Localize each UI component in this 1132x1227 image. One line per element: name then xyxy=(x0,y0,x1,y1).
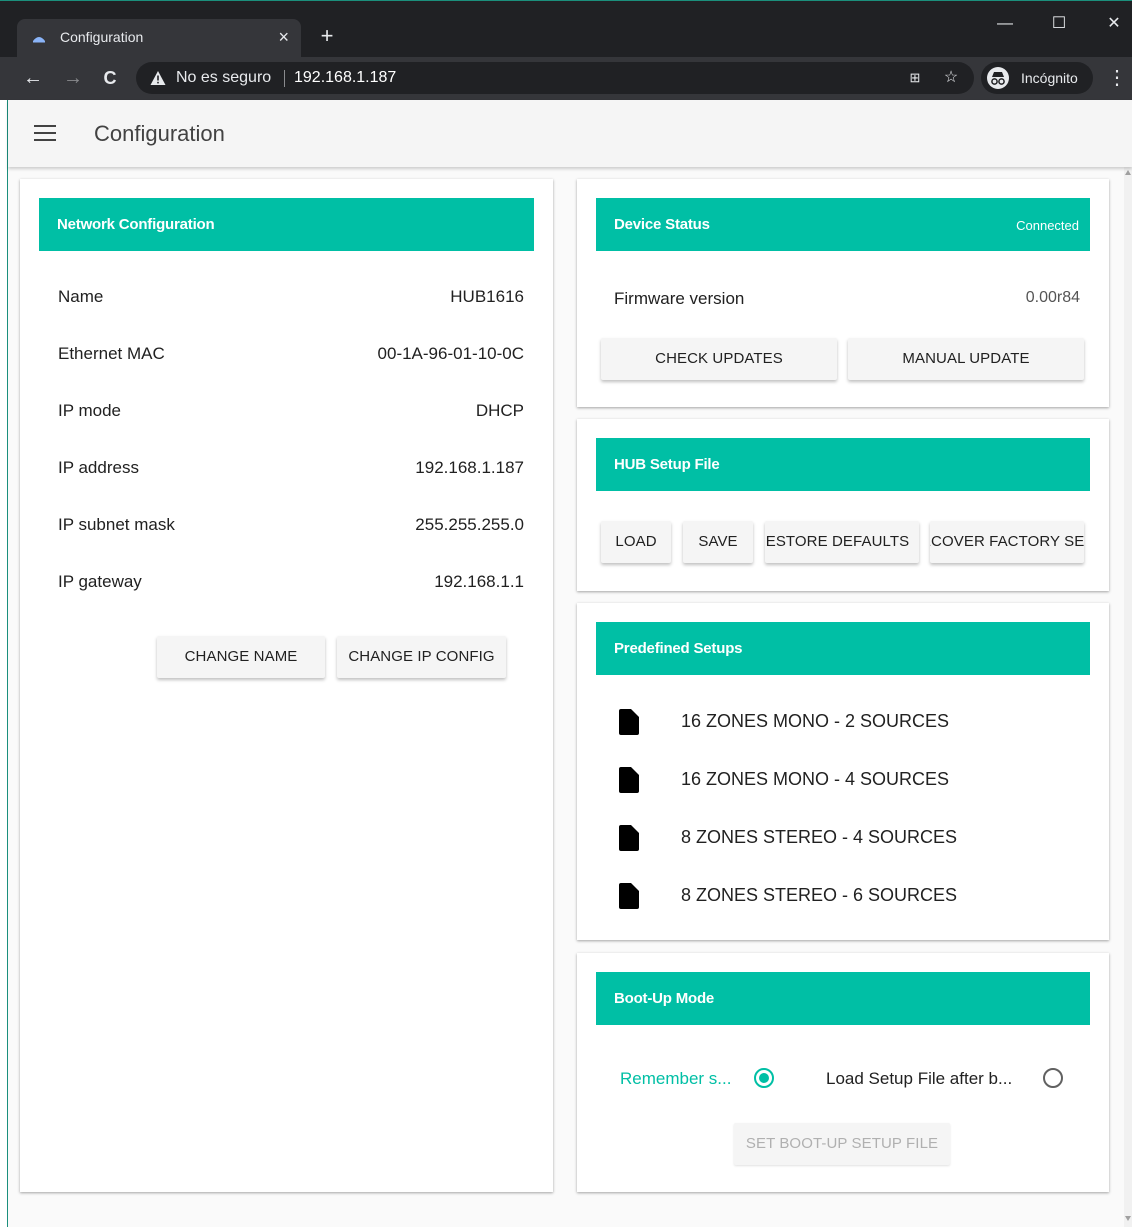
incognito-icon xyxy=(987,67,1009,89)
ip-address-value: 192.168.1.187 xyxy=(415,458,524,477)
ethernet-mac-label: Ethernet MAC xyxy=(58,344,165,363)
device-status-header: Device Status Connected xyxy=(596,198,1090,251)
ip-subnet-mask-label: IP subnet mask xyxy=(58,515,175,534)
radio-checked-icon[interactable] xyxy=(754,1068,774,1088)
file-icon xyxy=(619,883,639,909)
remember-setup-label: Remember s... xyxy=(620,1069,732,1088)
remember-setup-radio[interactable]: Remember s... xyxy=(620,1067,780,1091)
restore-defaults-label: RESTORE DEFAULTS xyxy=(765,533,910,550)
browser-tabstrip: Configuration × + — ☐ ✕ xyxy=(0,0,1132,58)
browser-menu-icon[interactable]: ⋮ xyxy=(1107,65,1127,91)
firmware-version-label: Firmware version xyxy=(614,289,745,308)
setup-item[interactable]: 8 ZONES STEREO - 4 SOURCES xyxy=(614,823,1034,853)
change-ip-config-button[interactable]: CHANGE IP CONFIG xyxy=(337,636,506,678)
tab-close-icon[interactable]: × xyxy=(278,27,289,47)
predefined-setups-title: Predefined Setups xyxy=(614,640,743,657)
minimize-button[interactable]: — xyxy=(990,11,1020,37)
name-value: HUB1616 xyxy=(450,287,524,306)
hub-setup-file-card: HUB Setup File LOAD SAVE RESTORE DEFAULT… xyxy=(577,419,1109,591)
setup-item[interactable]: 16 ZONES MONO - 2 SOURCES xyxy=(614,707,1034,737)
recover-factory-settings-button[interactable]: RECOVER FACTORY SET xyxy=(930,521,1084,563)
forward-button[interactable]: → xyxy=(60,65,86,91)
setup-label: 8 ZONES STEREO - 6 SOURCES xyxy=(681,885,958,905)
security-label[interactable]: No es seguro xyxy=(176,69,271,87)
connection-status-badge: Connected xyxy=(1016,218,1079,233)
ip-address-label: IP address xyxy=(58,458,139,477)
maximize-button[interactable]: ☐ xyxy=(1044,11,1074,37)
boot-up-mode-header: Boot-Up Mode xyxy=(596,972,1090,1025)
boot-up-mode-card: Boot-Up Mode Remember s... Load Setup Fi… xyxy=(577,953,1109,1192)
setup-label: 16 ZONES MONO - 2 SOURCES xyxy=(681,711,950,731)
load-setup-file-radio[interactable]: Load Setup File after b... xyxy=(826,1067,1066,1091)
device-status-title: Device Status xyxy=(614,216,710,233)
network-configuration-card: Network Configuration Name HUB1616 Ether… xyxy=(20,179,553,1192)
app-bar: Configuration xyxy=(8,100,1132,167)
restore-defaults-button[interactable]: RESTORE DEFAULTS xyxy=(765,521,919,563)
predefined-setups-header: Predefined Setups xyxy=(596,622,1090,675)
browser-tab[interactable]: Configuration × xyxy=(17,19,301,58)
tab-title: Configuration xyxy=(60,29,144,45)
ethernet-mac-value: 00-1A-96-01-10-0C xyxy=(377,344,524,363)
check-updates-button[interactable]: CHECK UPDATES xyxy=(601,338,837,380)
ip-subnet-mask-value: 255.255.255.0 xyxy=(415,515,524,534)
change-name-button[interactable]: CHANGE NAME xyxy=(157,636,325,678)
file-icon xyxy=(619,709,639,735)
browser-toolbar: ← → C No es seguro 192.168.1.187 ⊞ ☆ Inc… xyxy=(0,57,1132,100)
set-boot-up-setup-file-button[interactable]: SET BOOT-UP SETUP FILE xyxy=(734,1123,950,1165)
page-title: Configuration xyxy=(94,121,225,146)
translate-icon[interactable]: ⊞ xyxy=(906,69,924,87)
new-tab-button[interactable]: + xyxy=(316,25,338,47)
ip-gateway-label: IP gateway xyxy=(58,572,142,591)
back-button[interactable]: ← xyxy=(20,65,46,91)
manual-update-button[interactable]: MANUAL UPDATE xyxy=(848,338,1084,380)
ip-mode-value: DHCP xyxy=(475,401,524,420)
setup-label: 16 ZONES MONO - 4 SOURCES xyxy=(681,769,950,789)
device-status-card: Device Status Connected Firmware version… xyxy=(577,179,1109,407)
scroll-down-arrow[interactable] xyxy=(1125,1216,1131,1221)
incognito-badge[interactable]: Incógnito xyxy=(981,62,1093,94)
firmware-version-value: 0.00r84 xyxy=(1025,289,1080,306)
address-bar[interactable]: No es seguro 192.168.1.187 ⊞ ☆ xyxy=(136,62,974,94)
load-setup-file-label: Load Setup File after b... xyxy=(826,1069,1013,1088)
boot-up-mode-title: Boot-Up Mode xyxy=(614,990,715,1007)
url-text[interactable]: 192.168.1.187 xyxy=(294,69,396,87)
setup-item[interactable]: 8 ZONES STEREO - 6 SOURCES xyxy=(614,881,1034,911)
network-card-header: Network Configuration xyxy=(39,198,534,251)
setup-file-title: HUB Setup File xyxy=(614,456,720,473)
radio-unchecked-icon[interactable] xyxy=(1043,1068,1063,1088)
name-label: Name xyxy=(58,287,104,306)
scroll-up-arrow[interactable] xyxy=(1125,170,1131,175)
reload-button[interactable]: C xyxy=(97,65,123,91)
site-favicon-icon xyxy=(33,37,45,43)
network-card-title: Network Configuration xyxy=(57,216,215,233)
ip-gateway-value: 192.168.1.1 xyxy=(434,572,524,591)
warning-icon xyxy=(150,71,166,85)
ip-mode-label: IP mode xyxy=(58,401,122,420)
recover-factory-label: RECOVER FACTORY SET xyxy=(930,533,1084,550)
predefined-setups-card: Predefined Setups 16 ZONES MONO - 2 SOUR… xyxy=(577,603,1109,940)
setup-item[interactable]: 16 ZONES MONO - 4 SOURCES xyxy=(614,765,1034,795)
menu-icon[interactable] xyxy=(34,125,56,143)
file-icon xyxy=(619,825,639,851)
bookmark-star-icon[interactable]: ☆ xyxy=(942,69,960,87)
setup-file-header: HUB Setup File xyxy=(596,438,1090,491)
scrollbar[interactable] xyxy=(1124,167,1132,1227)
setup-label: 8 ZONES STEREO - 4 SOURCES xyxy=(681,827,958,847)
omnibox-divider xyxy=(284,70,285,87)
close-window-button[interactable]: ✕ xyxy=(1099,11,1129,37)
incognito-label: Incógnito xyxy=(1021,70,1078,86)
load-button[interactable]: LOAD xyxy=(601,521,671,563)
save-button[interactable]: SAVE xyxy=(683,521,753,563)
file-icon xyxy=(619,767,639,793)
